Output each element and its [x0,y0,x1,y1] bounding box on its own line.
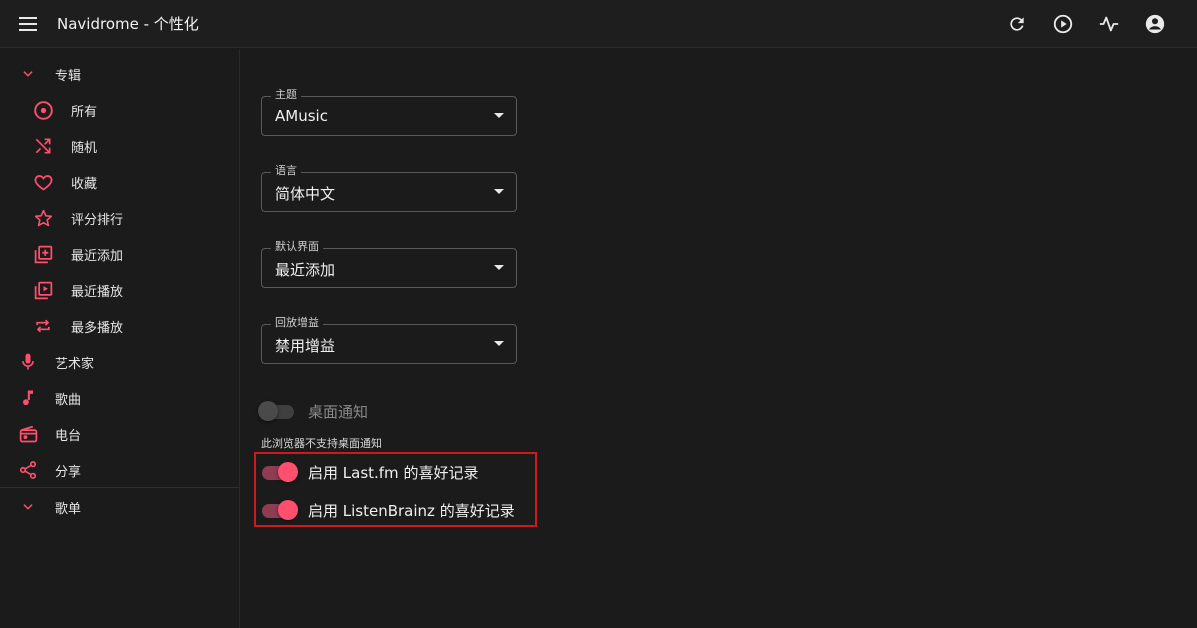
toggle-thumb [278,500,298,520]
page-title: Navidrome - 个性化 [57,15,199,33]
sidebar-item-artists[interactable]: 艺术家 [0,344,239,380]
sidebar-item-label: 评分排行 [71,212,124,228]
video-library-icon [31,278,55,302]
share-icon [16,458,40,482]
dropdown-arrow-icon [494,341,504,346]
activity-icon[interactable] [1097,12,1121,36]
default-view-select[interactable]: 默认界面 最近添加 [261,240,517,288]
language-select-label: 语言 [271,164,301,178]
sidebar-item-songs[interactable]: 歌曲 [0,380,239,416]
default-view-select-value: 最近添加 [275,261,336,279]
album-disc-icon [31,98,55,122]
theme-select-label: 主题 [271,88,301,102]
sidebar: 专辑 所有 随机 收藏 评分排行 最近添加 最近播放 最多播放 艺术家 歌曲 电… [0,49,240,628]
lastfm-scrobble-label: 启用 Last.fm 的喜好记录 [308,464,479,482]
refresh-icon[interactable] [1005,12,1029,36]
sidebar-item-label: 随机 [71,140,98,156]
listenbrainz-scrobble-toggle[interactable] [260,500,298,520]
replay-gain-select-label: 回放增益 [271,316,323,330]
music-note-icon [16,386,40,410]
toggle-thumb [278,462,298,482]
dropdown-arrow-icon [494,265,504,270]
theme-select[interactable]: 主题 AMusic [261,88,517,136]
sidebar-item-label: 艺术家 [55,356,95,372]
sidebar-group-playlists[interactable]: 歌单 [0,489,239,525]
star-icon [31,206,55,230]
sidebar-item-label: 最近添加 [71,248,124,264]
desktop-notifications-helper: 此浏览器不支持桌面通知 [261,437,382,450]
dropdown-arrow-icon [494,189,504,194]
desktop-notifications-label: 桌面通知 [308,403,369,421]
sidebar-group-albums[interactable]: 专辑 [0,56,239,92]
sidebar-group-label: 专辑 [55,68,82,84]
toggle-thumb [258,401,278,421]
sidebar-divider [0,487,239,488]
sidebar-group-label: 歌单 [55,501,82,517]
sidebar-item-share[interactable]: 分享 [0,452,239,488]
sidebar-item-random[interactable]: 随机 [0,128,239,164]
sidebar-item-recently-added[interactable]: 最近添加 [0,236,239,272]
replay-gain-select[interactable]: 回放增益 禁用增益 [261,316,517,364]
sidebar-item-most-played[interactable]: 最多播放 [0,308,239,344]
sidebar-item-label: 最近播放 [71,284,124,300]
theme-select-value: AMusic [275,107,328,125]
default-view-select-label: 默认界面 [271,240,323,254]
sidebar-item-all[interactable]: 所有 [0,92,239,128]
language-select-value: 简体中文 [275,185,336,203]
sidebar-item-label: 收藏 [71,176,98,192]
sidebar-item-label: 电台 [55,428,82,444]
sidebar-item-label: 最多播放 [71,320,124,336]
repeat-icon [31,314,55,338]
replay-gain-select-value: 禁用增益 [275,337,336,355]
microphone-icon [16,350,40,374]
language-select[interactable]: 语言 简体中文 [261,164,517,212]
sidebar-item-label: 所有 [71,104,98,120]
chevron-down-icon [16,495,40,519]
play-circle-icon[interactable] [1051,12,1075,36]
shuffle-icon [31,134,55,158]
menu-icon[interactable] [16,12,40,36]
desktop-notifications-toggle[interactable] [258,401,296,421]
account-circle-icon[interactable] [1143,12,1167,36]
sidebar-item-label: 歌曲 [55,392,82,408]
app-bar: Navidrome - 个性化 [0,0,1197,48]
sidebar-item-radio[interactable]: 电台 [0,416,239,452]
heart-icon [31,170,55,194]
sidebar-item-recently-played[interactable]: 最近播放 [0,272,239,308]
sidebar-item-favorites[interactable]: 收藏 [0,164,239,200]
library-add-icon [31,242,55,266]
lastfm-scrobble-toggle[interactable] [260,462,298,482]
sidebar-item-top-rated[interactable]: 评分排行 [0,200,239,236]
listenbrainz-scrobble-label: 启用 ListenBrainz 的喜好记录 [308,502,515,520]
sidebar-item-label: 分享 [55,464,82,480]
chevron-down-icon [16,62,40,86]
radio-icon [16,422,40,446]
dropdown-arrow-icon [494,113,504,118]
